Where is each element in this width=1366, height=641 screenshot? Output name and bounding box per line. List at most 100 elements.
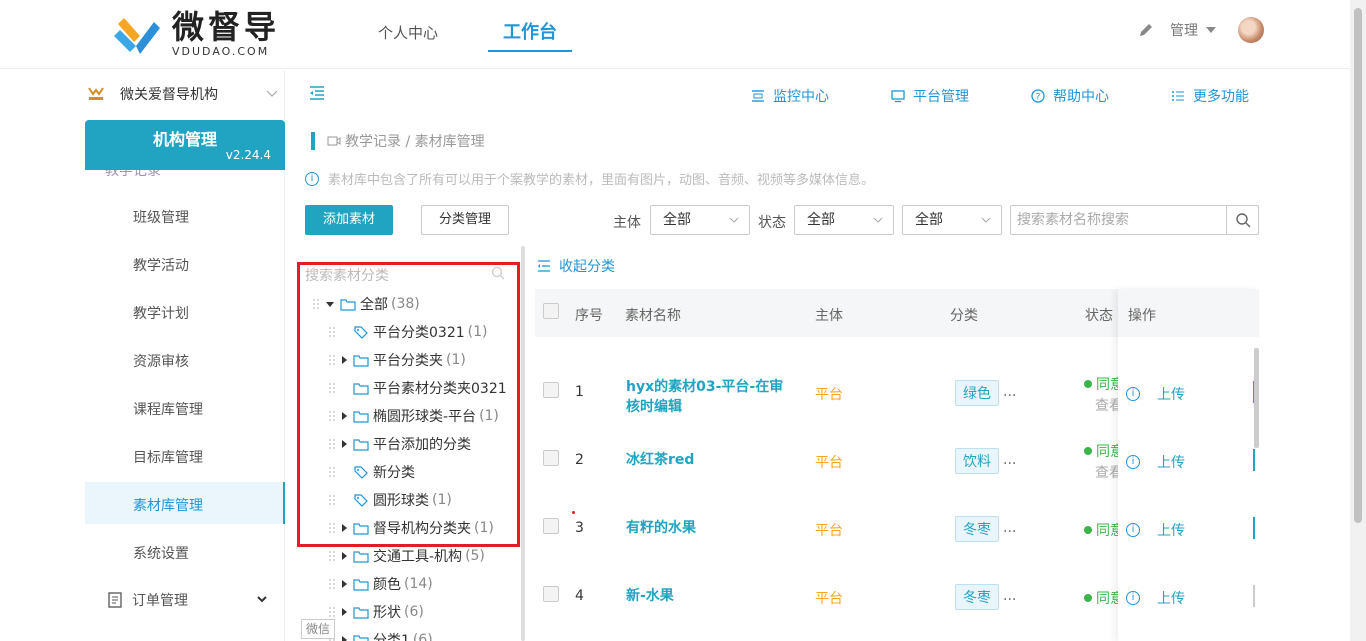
- org-name: 微关爱督导机构: [120, 87, 218, 103]
- sidebar-item-material-library[interactable]: 素材库管理: [133, 495, 203, 515]
- sidebar-item-course-library[interactable]: 课程库管理: [133, 399, 203, 419]
- sidebar-item-settings[interactable]: 系统设置: [133, 543, 189, 563]
- material-name-link[interactable]: hyx的素材03-平台-在审核时编辑: [626, 377, 796, 417]
- row-checkbox[interactable]: [543, 382, 559, 398]
- tree-node[interactable]: 分类1 (6): [328, 630, 433, 641]
- material-name-link[interactable]: 新-水果: [626, 586, 796, 606]
- select-all-checkbox[interactable]: [543, 303, 559, 319]
- tree-node[interactable]: 颜色 (14): [328, 574, 433, 594]
- breadcrumb-text: 教学记录 / 素材库管理: [345, 134, 485, 150]
- admin-menu[interactable]: 管理: [1170, 20, 1198, 40]
- help-icon: ?: [1031, 89, 1045, 103]
- desktop-icon: [891, 90, 905, 103]
- category-tag: 冬枣: [955, 516, 999, 542]
- info-banner: i 素材库中包含了所有可以用于个案教学的素材，里面有图片，动图、音频、视频等多媒…: [305, 169, 874, 188]
- col-subject: 主体: [815, 308, 843, 324]
- row-actions: i 上传: [1126, 452, 1185, 472]
- status-filter-label: 状态: [758, 215, 786, 231]
- highlight-box: [297, 262, 520, 547]
- sidebar-item-orders-label: 订单管理: [132, 593, 188, 609]
- platform-manage-link[interactable]: 平台管理: [891, 86, 969, 106]
- status-select[interactable]: 全部: [794, 205, 894, 235]
- material-name-link[interactable]: 有籽的水果: [626, 518, 796, 538]
- sidebar-item-teaching-record[interactable]: 教学记录: [105, 170, 161, 178]
- info-icon[interactable]: i: [1126, 591, 1140, 605]
- subject-select[interactable]: 全部: [650, 205, 750, 235]
- avatar[interactable]: [1238, 17, 1264, 43]
- expand-caret-icon[interactable]: [342, 580, 347, 588]
- menu-collapse-icon[interactable]: [309, 86, 325, 100]
- wechat-badge[interactable]: 微信: [301, 619, 335, 639]
- table-scrollbar[interactable]: [1254, 348, 1259, 448]
- org-selector[interactable]: 微关爱督导机构: [86, 84, 280, 104]
- drag-handle-icon[interactable]: [328, 578, 336, 590]
- row-checkbox[interactable]: [543, 450, 559, 466]
- expand-caret-icon[interactable]: [342, 636, 347, 641]
- category-more[interactable]: ...: [1003, 588, 1016, 604]
- more-features-label: 更多功能: [1193, 89, 1249, 105]
- sidebar-item-activity[interactable]: 教学活动: [133, 255, 189, 275]
- caret-down-icon[interactable]: [1206, 27, 1216, 33]
- document-icon: [108, 592, 122, 608]
- tree-node[interactable]: 形状 (6): [328, 602, 424, 622]
- collapse-category-button[interactable]: 收起分类: [537, 256, 615, 276]
- monitor-center-link[interactable]: 监控中心: [751, 86, 829, 106]
- monitor-icon: [752, 90, 764, 102]
- org-card-title: 机构管理: [152, 130, 217, 149]
- page-scrollbar[interactable]: [1350, 0, 1366, 641]
- tab-workbench[interactable]: 工作台: [488, 18, 572, 52]
- info-icon[interactable]: i: [1126, 455, 1140, 469]
- more-features-link[interactable]: 更多功能: [1171, 86, 1249, 106]
- pencil-icon[interactable]: [1138, 22, 1154, 38]
- row-subject: 平台: [815, 591, 843, 607]
- search-icon: [1236, 213, 1251, 228]
- tree-scrollbar[interactable]: [521, 246, 525, 641]
- sidebar-item-plan[interactable]: 教学计划: [133, 303, 189, 323]
- subject-filter-label: 主体: [613, 215, 641, 231]
- tree-node[interactable]: 交通工具-机构 (5): [328, 546, 485, 566]
- page-scrollbar-thumb[interactable]: [1354, 8, 1362, 523]
- tab-personal-center[interactable]: 个人中心: [378, 22, 438, 43]
- search-button[interactable]: [1226, 206, 1258, 234]
- material-name-link[interactable]: 冰红茶red: [626, 450, 796, 470]
- type-select[interactable]: 全部: [902, 205, 1002, 235]
- sidebar-item-class[interactable]: 班级管理: [133, 207, 189, 227]
- folder-icon: [353, 606, 369, 619]
- info-icon[interactable]: i: [1126, 387, 1140, 401]
- chevron-down-icon: [257, 596, 267, 603]
- sidebar-item-orders[interactable]: 订单管理: [108, 590, 268, 610]
- category-more[interactable]: ...: [1003, 384, 1016, 400]
- drag-handle-icon[interactable]: [328, 550, 336, 562]
- row-no: 4: [575, 588, 584, 604]
- expand-caret-icon[interactable]: [342, 608, 347, 616]
- material-search-input[interactable]: [1017, 212, 1217, 228]
- help-center-link[interactable]: ? 帮助中心: [1031, 86, 1109, 106]
- info-icon[interactable]: i: [1126, 523, 1140, 537]
- col-name: 素材名称: [625, 308, 681, 324]
- row-actions: i 上传: [1126, 588, 1185, 608]
- upload-button[interactable]: 上传: [1157, 588, 1185, 608]
- sidebar-item-goal-library[interactable]: 目标库管理: [133, 447, 203, 467]
- upload-button[interactable]: 上传: [1157, 452, 1185, 472]
- drag-handle-icon[interactable]: [328, 606, 336, 618]
- add-material-button[interactable]: 添加素材: [305, 205, 393, 235]
- row-checkbox[interactable]: [543, 518, 559, 534]
- material-search: [1010, 205, 1259, 235]
- logo[interactable]: 微督导 VDUDAO.COM: [110, 8, 280, 60]
- expand-caret-icon[interactable]: [342, 552, 347, 560]
- upload-button[interactable]: 上传: [1157, 520, 1185, 540]
- category-more[interactable]: ...: [1003, 520, 1016, 536]
- org-logo-icon: [88, 87, 104, 100]
- category-more[interactable]: ...: [1003, 452, 1016, 468]
- tree-node-label: 形状: [373, 605, 401, 621]
- tree-node-label: 交通工具-机构: [373, 549, 463, 565]
- row-checkbox[interactable]: [543, 586, 559, 602]
- sidebar-item-resource-review[interactable]: 资源审核: [133, 351, 189, 371]
- chevron-down-icon: [729, 217, 739, 223]
- logo-mark-icon: [114, 18, 160, 54]
- tree-node-count: (5): [465, 548, 485, 564]
- category-manage-button[interactable]: 分类管理: [421, 205, 509, 235]
- sidebar: 微关爱督导机构 机构管理 v2.24.4 教学记录 班级管理 教学活动 教学计划…: [0, 70, 285, 641]
- upload-button[interactable]: 上传: [1157, 384, 1185, 404]
- subject-select-value: 全部: [663, 212, 691, 228]
